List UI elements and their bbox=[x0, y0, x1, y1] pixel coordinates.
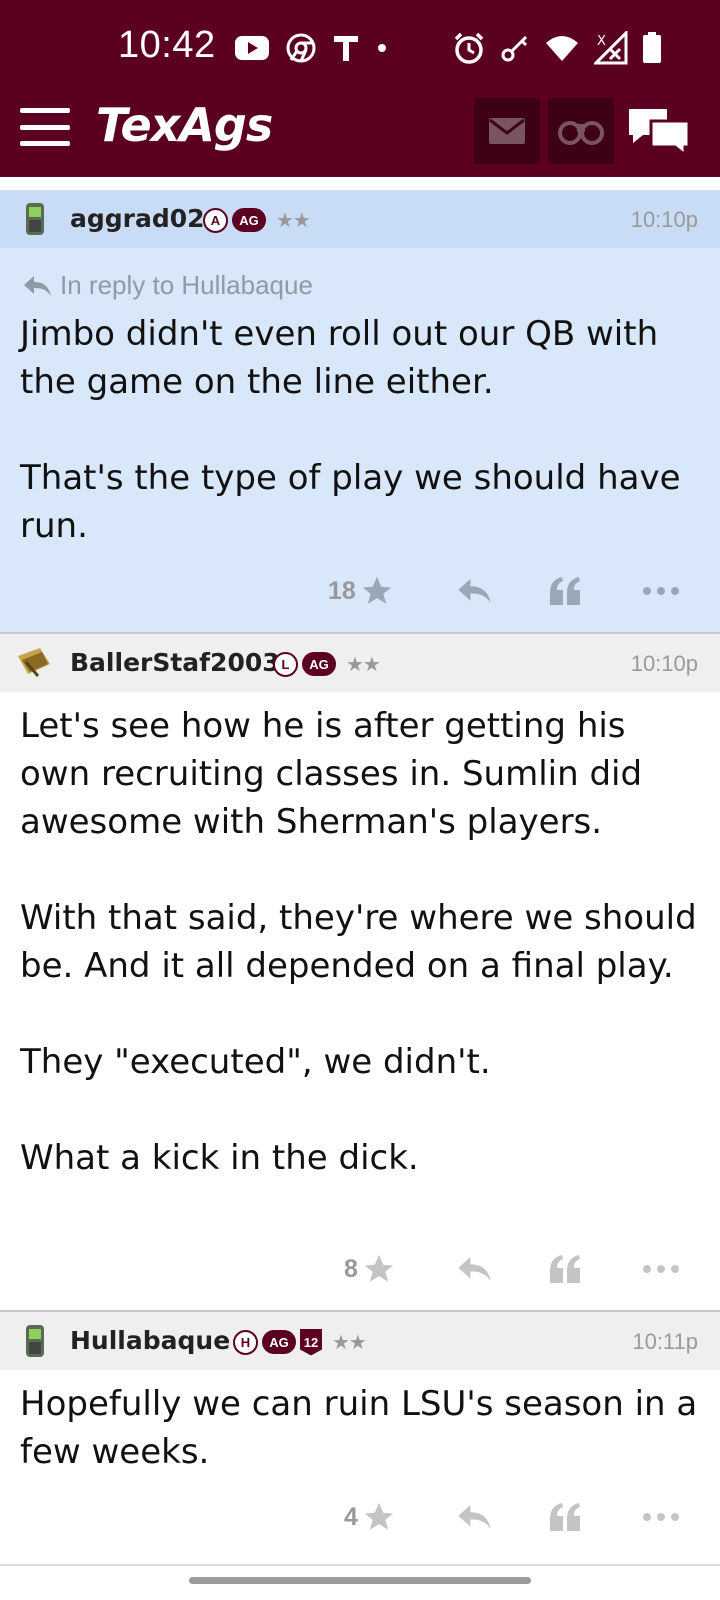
quote-button[interactable] bbox=[548, 1494, 582, 1540]
user-badges: H AG 12 ★★ bbox=[233, 1328, 367, 1356]
reply-label: In reply to Hullabaque bbox=[60, 270, 313, 300]
money-avatar-icon bbox=[18, 648, 50, 677]
post-actions: 8 bbox=[0, 1246, 720, 1292]
app-bar: TexAgs bbox=[0, 92, 720, 177]
home-gesture-bar[interactable] bbox=[189, 1577, 531, 1584]
more-icon bbox=[643, 587, 679, 595]
menu-button[interactable] bbox=[20, 108, 70, 146]
reply-button[interactable] bbox=[456, 568, 492, 614]
post-card: aggrad02 A AG ★★ 10:10p In reply to Hull… bbox=[0, 190, 720, 632]
dot-icon bbox=[378, 44, 386, 52]
user-badges: A AG ★★ bbox=[203, 207, 311, 233]
rank-stars: ★★ bbox=[332, 1330, 367, 1354]
binoculars-icon bbox=[558, 121, 604, 145]
reply-icon bbox=[458, 579, 491, 603]
post-time: 10:10p bbox=[630, 207, 698, 232]
star-icon bbox=[362, 576, 391, 604]
star-button[interactable]: 8 bbox=[344, 1246, 396, 1292]
reply-reference[interactable]: In reply to Hullabaque bbox=[22, 270, 313, 301]
post-body: Jimbo didn't even roll out our QB with t… bbox=[20, 314, 681, 546]
quote-icon bbox=[550, 577, 580, 605]
reply-arrow-icon bbox=[24, 275, 51, 296]
alarm-icon bbox=[454, 32, 484, 64]
reply-icon bbox=[458, 1257, 491, 1281]
post-username[interactable]: BallerStaf2003 bbox=[70, 648, 280, 677]
more-icon bbox=[643, 1265, 679, 1273]
phone-avatar-icon bbox=[26, 1325, 44, 1357]
no-signal-icon: X bbox=[594, 31, 628, 65]
svg-text:X: X bbox=[597, 34, 606, 49]
status-bar: 10:42 X bbox=[0, 0, 720, 92]
rank-stars: ★★ bbox=[346, 652, 381, 676]
star-count: 8 bbox=[344, 1254, 358, 1283]
post-card: Hullabaque H AG 12 ★★ 10:11p Hopefully w… bbox=[0, 1312, 720, 1564]
reply-button[interactable] bbox=[456, 1246, 492, 1292]
rank-stars: ★★ bbox=[276, 208, 311, 232]
post-body: Hopefully we can ruin LSU's season in a … bbox=[20, 1384, 709, 1472]
chat-button[interactable] bbox=[622, 100, 696, 164]
key-icon bbox=[501, 35, 528, 62]
chat-icon bbox=[629, 109, 691, 159]
wifi-icon bbox=[546, 36, 578, 61]
chrome-icon bbox=[286, 33, 316, 63]
more-button[interactable] bbox=[642, 1494, 680, 1540]
post-header: Hullabaque H AG 12 ★★ 10:11p bbox=[0, 1312, 720, 1370]
post-username[interactable]: aggrad02 bbox=[70, 204, 205, 233]
menu-line bbox=[20, 141, 70, 146]
t-mobile-icon bbox=[334, 36, 358, 61]
user-badges: L AG ★★ bbox=[273, 651, 381, 677]
star-count: 18 bbox=[328, 576, 356, 605]
more-button[interactable] bbox=[642, 568, 680, 614]
post-actions: 18 bbox=[0, 568, 720, 614]
post-header: aggrad02 A AG ★★ 10:10p bbox=[0, 190, 720, 248]
star-button[interactable]: 4 bbox=[344, 1494, 396, 1540]
phone-avatar-icon bbox=[26, 203, 44, 235]
badge-letter: A bbox=[203, 207, 228, 233]
quote-button[interactable] bbox=[548, 1246, 582, 1292]
messages-button[interactable] bbox=[474, 98, 540, 164]
quote-icon bbox=[550, 1503, 580, 1531]
watch-button[interactable] bbox=[548, 98, 614, 164]
youtube-icon bbox=[235, 36, 269, 60]
app-logo[interactable]: TexAgs bbox=[96, 98, 273, 152]
post-time: 10:10p bbox=[630, 651, 698, 676]
badge-ag: AG bbox=[232, 208, 266, 232]
quote-icon bbox=[550, 1255, 580, 1283]
status-left-icons bbox=[234, 28, 388, 68]
star-icon bbox=[364, 1502, 394, 1530]
reply-button[interactable] bbox=[456, 1494, 492, 1540]
status-time: 10:42 bbox=[118, 24, 216, 66]
more-icon bbox=[643, 1513, 679, 1521]
post-header: BallerStaf2003 L AG ★★ 10:10p bbox=[0, 634, 720, 692]
top-bar: 10:42 X TexAgs bbox=[0, 0, 720, 177]
status-right-icons: X bbox=[452, 28, 662, 68]
badge-letter: H bbox=[233, 1329, 258, 1355]
post-time: 10:11p bbox=[632, 1329, 698, 1354]
badge-ag: AG bbox=[262, 1330, 296, 1354]
battery-icon bbox=[643, 32, 661, 63]
star-icon bbox=[364, 1254, 394, 1282]
menu-line bbox=[20, 124, 70, 130]
badge-12th-man: 12 bbox=[300, 1328, 322, 1356]
star-count: 4 bbox=[344, 1502, 358, 1531]
mail-icon bbox=[489, 118, 525, 144]
post-body: Let's see how he is after getting his ow… bbox=[20, 706, 697, 1178]
badge-ag: AG bbox=[302, 652, 336, 676]
more-button[interactable] bbox=[642, 1246, 680, 1292]
post-card: BallerStaf2003 L AG ★★ 10:10p Let's see … bbox=[0, 634, 720, 1310]
star-button[interactable]: 18 bbox=[328, 568, 394, 614]
quote-button[interactable] bbox=[548, 568, 582, 614]
menu-line bbox=[20, 108, 70, 113]
reply-icon bbox=[458, 1505, 491, 1529]
badge-letter: L bbox=[273, 651, 298, 677]
post-actions: 4 bbox=[0, 1494, 720, 1540]
post-divider bbox=[0, 1564, 720, 1566]
post-username[interactable]: Hullabaque bbox=[70, 1326, 230, 1355]
